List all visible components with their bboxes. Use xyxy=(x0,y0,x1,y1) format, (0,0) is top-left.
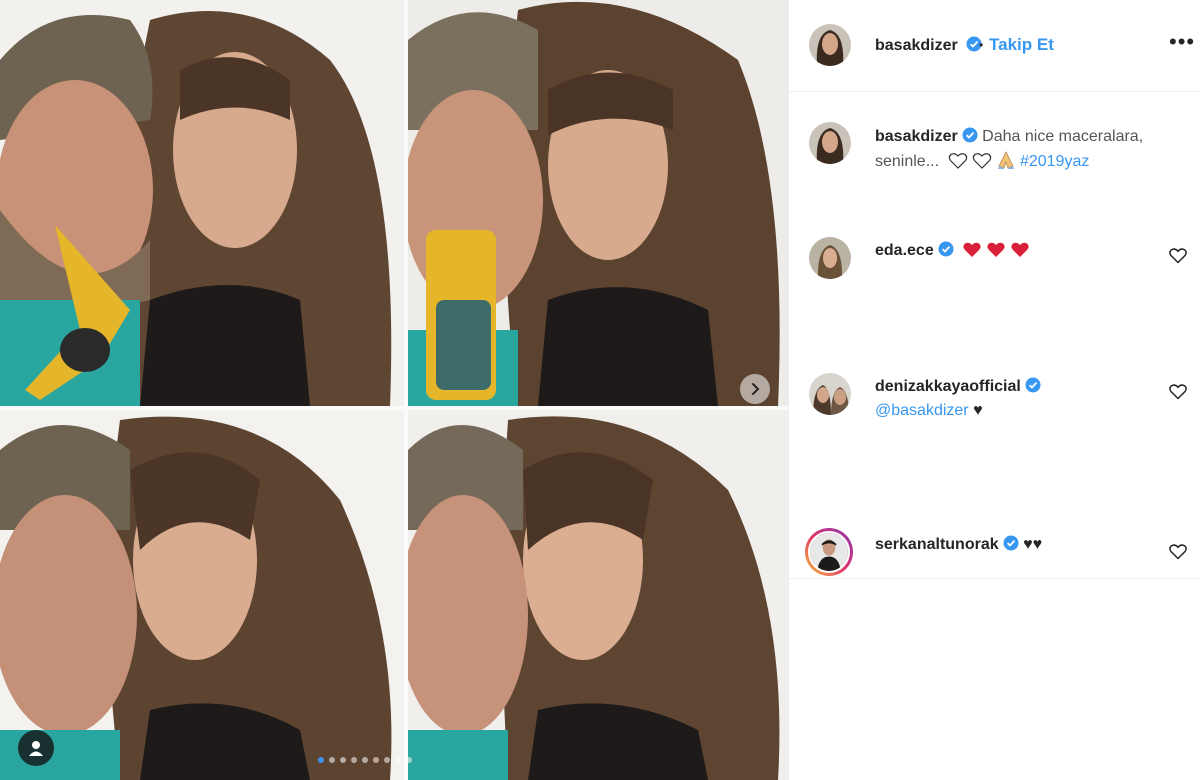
carousel-dot xyxy=(395,757,401,763)
post-photo-4[interactable] xyxy=(408,410,788,780)
author-avatar[interactable] xyxy=(809,24,851,66)
heart-outline-icon[interactable] xyxy=(1169,544,1187,560)
heart-outline-icon[interactable] xyxy=(1169,248,1187,264)
user-tag-icon xyxy=(29,741,43,756)
divider xyxy=(789,578,1200,579)
red-heart-emoji-icon xyxy=(987,242,1005,257)
tagged-users-button[interactable] xyxy=(18,730,54,766)
comment-username[interactable]: serkanaltunorak xyxy=(875,536,999,553)
post-details-panel: basakdizer • Takip Et ••• basakdizer Dah… xyxy=(788,0,1200,780)
post-caption: basakdizer Daha nice maceralara, seninle… xyxy=(875,124,1175,174)
red-heart-emoji-icon xyxy=(963,242,981,257)
carousel-indicator xyxy=(318,757,412,763)
comment-username[interactable]: denizakkayaofficial xyxy=(875,378,1021,395)
carousel-dot xyxy=(406,757,412,763)
post-photo-2[interactable] xyxy=(408,0,788,406)
white-heart-emoji-icon xyxy=(972,153,991,169)
post-photo-1[interactable] xyxy=(0,0,404,406)
verified-badge-icon xyxy=(1025,377,1041,393)
caption-username[interactable]: basakdizer xyxy=(875,128,958,145)
heart-outline-icon[interactable] xyxy=(1169,384,1187,400)
white-heart-emoji-icon xyxy=(948,153,967,169)
post-photo-3[interactable] xyxy=(0,410,404,780)
carousel-dot xyxy=(384,757,390,763)
author-username[interactable]: basakdizer xyxy=(875,37,958,54)
caption-author-avatar[interactable] xyxy=(809,122,851,164)
carousel-dot xyxy=(351,757,357,763)
post-photo-collage xyxy=(0,0,788,780)
comment-avatar-eda-ece[interactable] xyxy=(809,237,851,279)
praying-hands-emoji-icon xyxy=(997,151,1014,169)
carousel-dot xyxy=(318,757,324,763)
verified-badge-icon xyxy=(1003,535,1019,551)
carousel-dot xyxy=(373,757,379,763)
comment-avatar-serkanaltunorak[interactable] xyxy=(805,528,853,576)
post-header: basakdizer • Takip Et ••• xyxy=(789,0,1200,92)
more-options-button[interactable]: ••• xyxy=(1169,31,1195,53)
red-heart-emoji-icon xyxy=(1011,242,1029,257)
header-separator: • xyxy=(979,38,984,52)
caption-hashtag[interactable]: #2019yaz xyxy=(1020,153,1089,170)
comment-avatar-denizakkayaofficial[interactable] xyxy=(809,373,851,415)
author-name-row: basakdizer xyxy=(875,36,982,55)
comment-text: ♥ xyxy=(973,402,983,419)
carousel-dot xyxy=(340,757,346,763)
comment-username[interactable]: eda.ece xyxy=(875,242,934,259)
verified-badge-icon xyxy=(962,127,978,143)
verified-badge-icon xyxy=(938,241,954,257)
comment-3: serkanaltunorak ♥♥ xyxy=(875,533,1135,557)
carousel-dot xyxy=(329,757,335,763)
follow-button[interactable]: Takip Et xyxy=(989,35,1054,55)
next-photo-button[interactable] xyxy=(740,374,770,404)
comment-mention[interactable]: @basakdizer xyxy=(875,402,969,419)
chevron-right-icon xyxy=(752,383,760,395)
comment-text: ♥♥ xyxy=(1023,536,1043,553)
carousel-dot xyxy=(362,757,368,763)
comment-2: denizakkayaofficial @basakdizer ♥ xyxy=(875,375,1135,423)
comment-1: eda.ece xyxy=(875,239,1135,263)
